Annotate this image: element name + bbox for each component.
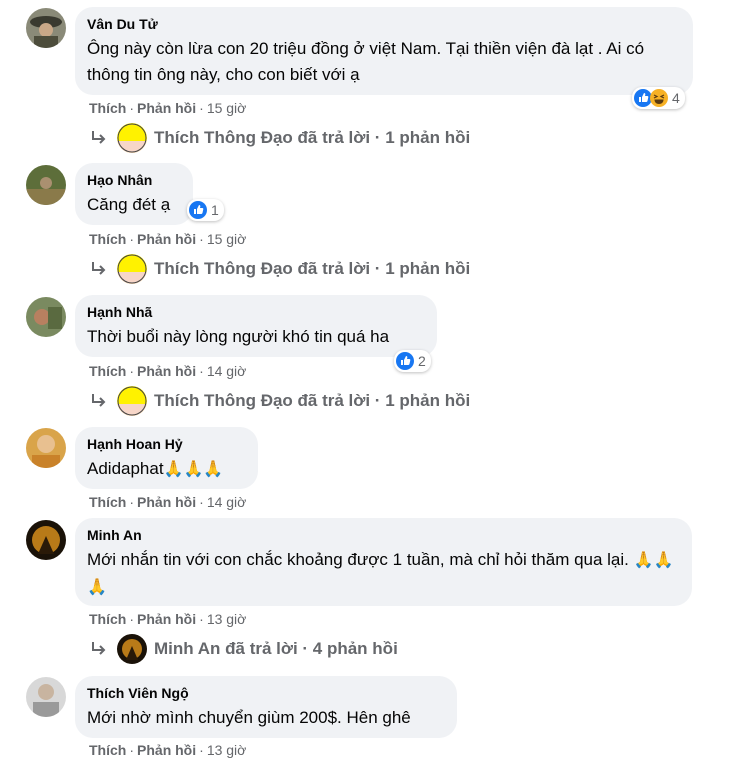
like-button[interactable]: Thích bbox=[89, 363, 126, 379]
comment-text: Căng đét ạ bbox=[87, 195, 171, 214]
like-button[interactable]: Thích bbox=[89, 742, 126, 758]
reaction-count: 1 bbox=[211, 202, 219, 218]
reaction-summary[interactable]: 4 bbox=[632, 87, 685, 109]
comment-timestamp[interactable]: 14 giờ bbox=[207, 363, 247, 379]
comment-timestamp[interactable]: 13 giờ bbox=[207, 611, 247, 627]
comment-bubble: Hạnh Hoan Hỷ Adidaphat🙏🙏🙏 bbox=[75, 427, 258, 489]
avatar[interactable] bbox=[26, 520, 66, 560]
comment-author[interactable]: Hạnh Nhã bbox=[87, 303, 425, 321]
comment-bubble: Thích Viên Ngộ Mới nhờ mình chuyển giùm … bbox=[75, 676, 457, 738]
reply-button[interactable]: Phản hồi bbox=[137, 494, 196, 510]
comment-text: Ông này còn lừa con 20 triệu đồng ở việt… bbox=[87, 39, 645, 84]
pray-emoji: 🙏🙏🙏 bbox=[163, 461, 224, 478]
replies-summary: Thích Thông Đạo đã trả lời · 1 phản hồi bbox=[154, 391, 471, 410]
haha-icon bbox=[650, 89, 668, 107]
comment-actions: Thích · Phản hồi · 15 giờ bbox=[89, 231, 247, 247]
comment-text: Thời buổi này lòng người khó tin quá ha bbox=[87, 327, 390, 346]
comment-actions: Thích · Phản hồi · 13 giờ bbox=[89, 611, 247, 627]
comment-actions: Thích · Phản hồi · 14 giờ bbox=[89, 363, 247, 379]
comment-timestamp[interactable]: 15 giờ bbox=[207, 100, 247, 116]
reply-button[interactable]: Phản hồi bbox=[137, 231, 196, 247]
comment-text: Adidaphat🙏🙏🙏 bbox=[87, 459, 224, 478]
reaction-count: 2 bbox=[418, 353, 426, 369]
comment-bubble: Minh An Mới nhắn tin với con chắc khoảng… bbox=[75, 518, 692, 606]
reaction-count: 4 bbox=[672, 90, 680, 106]
avatar bbox=[117, 386, 147, 416]
comments-feed: Vân Du Tử Ông này còn lừa con 20 triệu đ… bbox=[0, 0, 737, 758]
reaction-summary[interactable]: 1 bbox=[187, 199, 224, 221]
comment-author[interactable]: Vân Du Tử bbox=[87, 15, 681, 33]
reply-arrow-icon bbox=[92, 394, 106, 407]
reply-button[interactable]: Phản hồi bbox=[137, 363, 196, 379]
like-icon bbox=[189, 201, 207, 219]
like-button[interactable]: Thích bbox=[89, 100, 126, 116]
like-button[interactable]: Thích bbox=[89, 231, 126, 247]
avatar[interactable] bbox=[26, 297, 66, 337]
reply-arrow-icon bbox=[92, 642, 106, 655]
avatar[interactable] bbox=[26, 8, 66, 48]
comment-author[interactable]: Minh An bbox=[87, 526, 680, 544]
comment-author[interactable]: Hạo Nhân bbox=[87, 171, 181, 189]
reply-button[interactable]: Phản hồi bbox=[137, 100, 196, 116]
reply-arrow-icon bbox=[92, 262, 106, 275]
comment-bubble: Hạnh Nhã Thời buổi này lòng người khó ti… bbox=[75, 295, 437, 357]
like-icon bbox=[396, 352, 414, 370]
avatar bbox=[117, 634, 147, 664]
comment-timestamp[interactable]: 15 giờ bbox=[207, 231, 247, 247]
reaction-summary[interactable]: 2 bbox=[394, 350, 431, 372]
view-replies-link[interactable]: Thích Thông Đạo đã trả lời · 1 phản hồi bbox=[89, 123, 470, 153]
avatar[interactable] bbox=[26, 677, 66, 717]
reply-button[interactable]: Phản hồi bbox=[137, 611, 196, 627]
avatar bbox=[117, 254, 147, 284]
comment-timestamp[interactable]: 13 giờ bbox=[207, 742, 247, 758]
comment-timestamp[interactable]: 14 giờ bbox=[207, 494, 247, 510]
comment-actions: Thích · Phản hồi · 15 giờ bbox=[89, 100, 247, 116]
like-button[interactable]: Thích bbox=[89, 494, 126, 510]
like-button[interactable]: Thích bbox=[89, 611, 126, 627]
comment-author[interactable]: Thích Viên Ngộ bbox=[87, 684, 445, 702]
avatar[interactable] bbox=[26, 165, 66, 205]
avatar bbox=[117, 123, 147, 153]
comment-author[interactable]: Hạnh Hoan Hỷ bbox=[87, 435, 246, 453]
replies-summary: Thích Thông Đạo đã trả lời · 1 phản hồi bbox=[154, 128, 471, 147]
replies-summary: Thích Thông Đạo đã trả lời · 1 phản hồi bbox=[154, 259, 471, 278]
comment-actions: Thích · Phản hồi · 13 giờ bbox=[89, 742, 247, 758]
avatar[interactable] bbox=[26, 428, 66, 468]
reply-button[interactable]: Phản hồi bbox=[137, 742, 196, 758]
comment-actions: Thích · Phản hồi · 14 giờ bbox=[89, 494, 247, 510]
replies-summary: Minh An đã trả lời · 4 phản hồi bbox=[154, 639, 398, 658]
view-replies-link[interactable]: Minh An đã trả lời · 4 phản hồi bbox=[89, 634, 398, 664]
view-replies-link[interactable]: Thích Thông Đạo đã trả lời · 1 phản hồi bbox=[89, 254, 470, 284]
comment-text: Mới nhắn tin với con chắc khoảng được 1 … bbox=[87, 550, 674, 596]
view-replies-link[interactable]: Thích Thông Đạo đã trả lời · 1 phản hồi bbox=[89, 386, 470, 416]
comment-bubble: Vân Du Tử Ông này còn lừa con 20 triệu đ… bbox=[75, 7, 693, 95]
comment-bubble: Hạo Nhân Căng đét ạ bbox=[75, 163, 193, 225]
comment-text: Mới nhờ mình chuyển giùm 200$. Hên ghê bbox=[87, 708, 411, 727]
reply-arrow-icon bbox=[92, 131, 106, 144]
